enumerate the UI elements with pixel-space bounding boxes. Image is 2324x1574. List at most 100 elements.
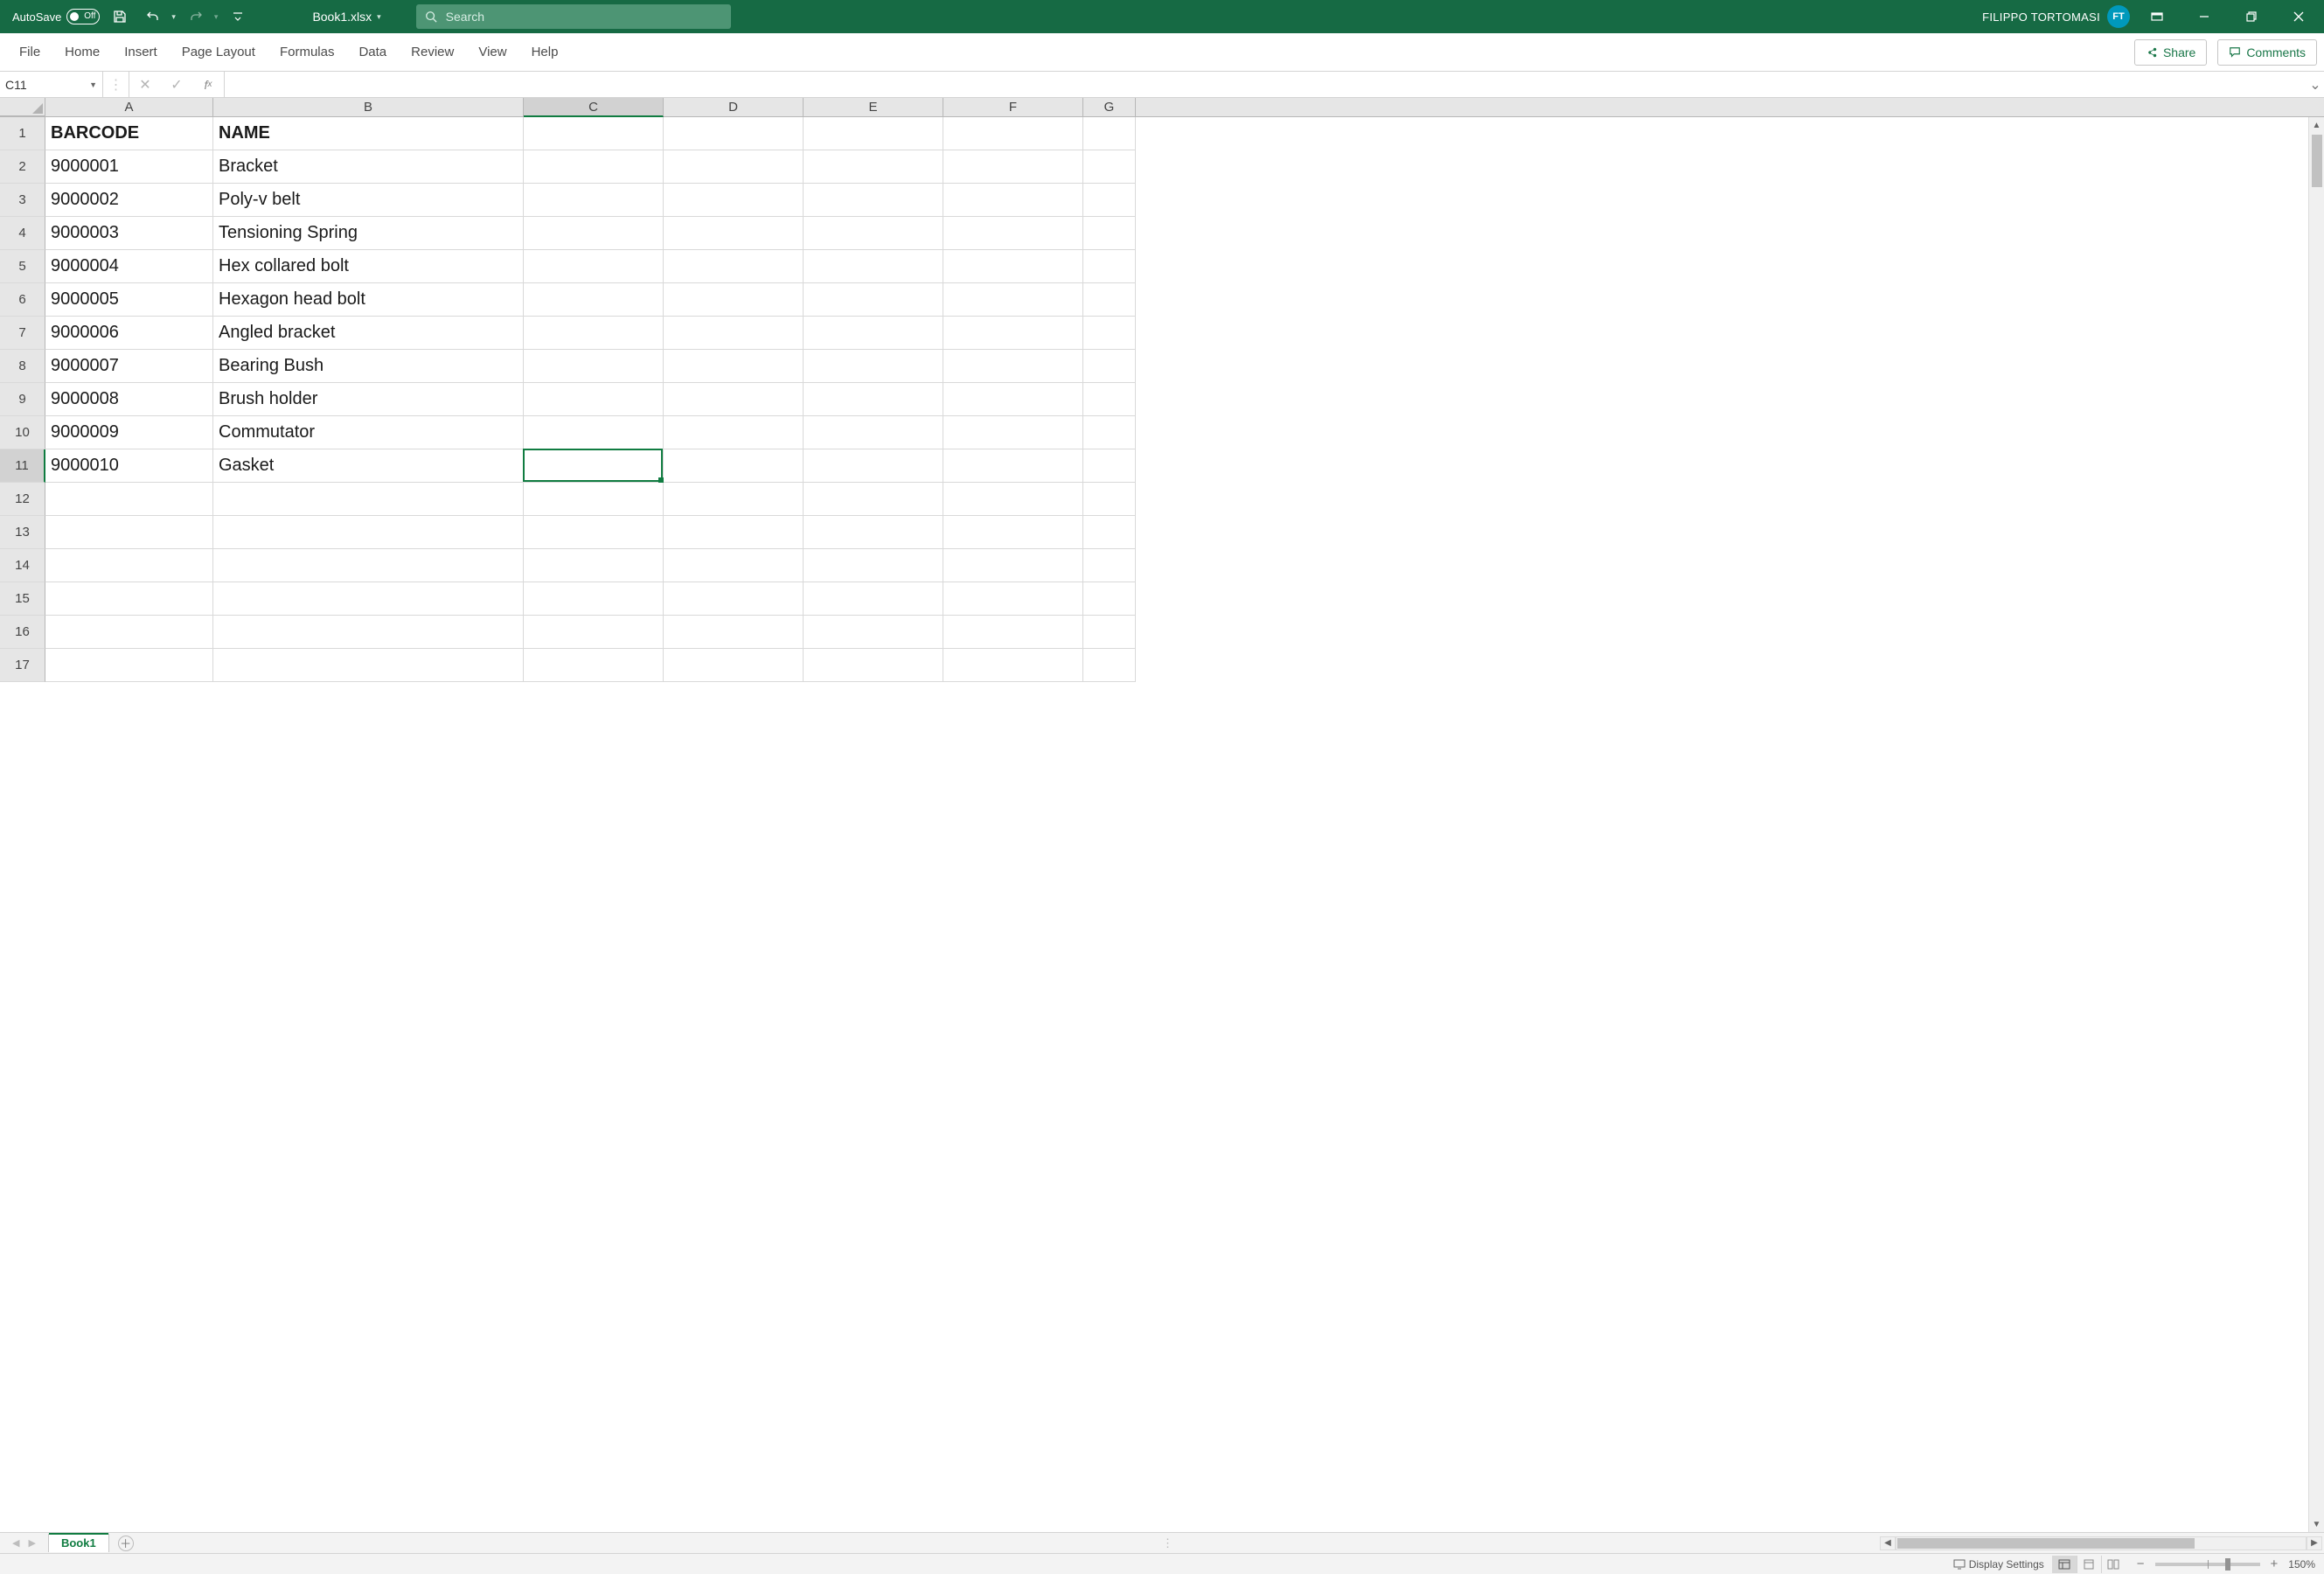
cell-B2[interactable]: Bracket [213,150,524,184]
cell-C7[interactable] [524,317,664,350]
cell-A4[interactable]: 9000003 [45,217,213,250]
cell-E13[interactable] [804,516,943,549]
cell-B3[interactable]: Poly-v belt [213,184,524,217]
cell-A6[interactable]: 9000005 [45,283,213,317]
cell-G10[interactable] [1083,416,1136,449]
expand-formula-bar-icon[interactable]: ⌄ [2307,72,2324,97]
cell-E6[interactable] [804,283,943,317]
formula-input[interactable] [232,78,2300,92]
row-header-12[interactable]: 12 [0,483,45,516]
ribbon-tab-formulas[interactable]: Formulas [268,36,347,68]
zoom-slider-knob[interactable] [2225,1558,2230,1571]
cell-A8[interactable]: 9000007 [45,350,213,383]
cell-C4[interactable] [524,217,664,250]
qat-customize-icon[interactable] [225,3,251,30]
cell-B7[interactable]: Angled bracket [213,317,524,350]
autosave-toggle[interactable]: AutoSave Off [12,9,100,24]
ribbon-tab-review[interactable]: Review [399,36,466,68]
cell-C17[interactable] [524,649,664,682]
cell-C5[interactable] [524,250,664,283]
select-all-triangle[interactable] [0,98,45,116]
cell-B10[interactable]: Commutator [213,416,524,449]
cell-B14[interactable] [213,549,524,582]
cell-E12[interactable] [804,483,943,516]
cell-B1[interactable]: NAME [213,117,524,150]
cell-E15[interactable] [804,582,943,616]
cell-G4[interactable] [1083,217,1136,250]
redo-icon[interactable] [183,3,209,30]
cell-G14[interactable] [1083,549,1136,582]
cancel-formula-icon[interactable]: ✕ [129,76,161,94]
row-header-11[interactable]: 11 [0,449,45,483]
cell-G16[interactable] [1083,616,1136,649]
horizontal-scrollbar[interactable]: ◀ ▶ [1880,1536,2324,1551]
cell-G3[interactable] [1083,184,1136,217]
add-sheet-button[interactable]: ＋ [118,1536,134,1551]
cell-B11[interactable]: Gasket [213,449,524,483]
cell-G11[interactable] [1083,449,1136,483]
zoom-in-button[interactable]: + [2267,1557,2282,1571]
ribbon-tab-file[interactable]: File [7,36,52,68]
zoom-out-button[interactable]: − [2133,1557,2148,1571]
cell-C10[interactable] [524,416,664,449]
cell-D12[interactable] [664,483,804,516]
cell-G6[interactable] [1083,283,1136,317]
cell-E5[interactable] [804,250,943,283]
cell-D1[interactable] [664,117,804,150]
cell-D6[interactable] [664,283,804,317]
sheet-tab-active[interactable]: Book1 [48,1534,109,1552]
cell-F1[interactable] [943,117,1083,150]
accept-formula-icon[interactable]: ✓ [161,76,192,94]
column-header-E[interactable]: E [804,98,943,116]
cell-C1[interactable] [524,117,664,150]
cell-E16[interactable] [804,616,943,649]
row-header-15[interactable]: 15 [0,582,45,616]
cell-C8[interactable] [524,350,664,383]
cell-D13[interactable] [664,516,804,549]
cell-B13[interactable] [213,516,524,549]
cell-A17[interactable] [45,649,213,682]
cell-D9[interactable] [664,383,804,416]
hscroll-right-arrow-icon[interactable]: ▶ [2307,1536,2322,1550]
scroll-up-arrow-icon[interactable]: ▲ [2309,117,2324,133]
cell-A13[interactable] [45,516,213,549]
cell-E11[interactable] [804,449,943,483]
cell-G17[interactable] [1083,649,1136,682]
cell-D11[interactable] [664,449,804,483]
ribbon-tab-data[interactable]: Data [346,36,399,68]
sheet-nav-prev-icon[interactable]: ◀ [9,1537,23,1549]
cell-C6[interactable] [524,283,664,317]
cell-E7[interactable] [804,317,943,350]
row-header-2[interactable]: 2 [0,150,45,184]
ribbon-tab-insert[interactable]: Insert [112,36,170,68]
cell-C9[interactable] [524,383,664,416]
cell-C16[interactable] [524,616,664,649]
cell-C12[interactable] [524,483,664,516]
vertical-scrollbar[interactable]: ▲ ▼ [2308,117,2324,1532]
scroll-down-arrow-icon[interactable]: ▼ [2309,1516,2324,1532]
cell-G8[interactable] [1083,350,1136,383]
column-header-F[interactable]: F [943,98,1083,116]
cell-F3[interactable] [943,184,1083,217]
cell-E14[interactable] [804,549,943,582]
cell-F16[interactable] [943,616,1083,649]
cell-G5[interactable] [1083,250,1136,283]
redo-dropdown-caret[interactable]: ▾ [214,12,219,22]
column-header-C[interactable]: C [524,98,664,117]
cell-D3[interactable] [664,184,804,217]
column-header-D[interactable]: D [664,98,804,116]
row-header-5[interactable]: 5 [0,250,45,283]
maximize-button[interactable] [2231,0,2272,33]
ribbon-tab-page-layout[interactable]: Page Layout [170,36,268,68]
cell-C11[interactable] [524,449,664,483]
cell-D8[interactable] [664,350,804,383]
display-settings-button[interactable]: Display Settings [1953,1558,2044,1571]
row-header-6[interactable]: 6 [0,283,45,317]
row-header-17[interactable]: 17 [0,649,45,682]
cell-A5[interactable]: 9000004 [45,250,213,283]
zoom-level[interactable]: 150% [2288,1558,2315,1571]
cell-B15[interactable] [213,582,524,616]
cell-D7[interactable] [664,317,804,350]
row-header-7[interactable]: 7 [0,317,45,350]
row-header-13[interactable]: 13 [0,516,45,549]
